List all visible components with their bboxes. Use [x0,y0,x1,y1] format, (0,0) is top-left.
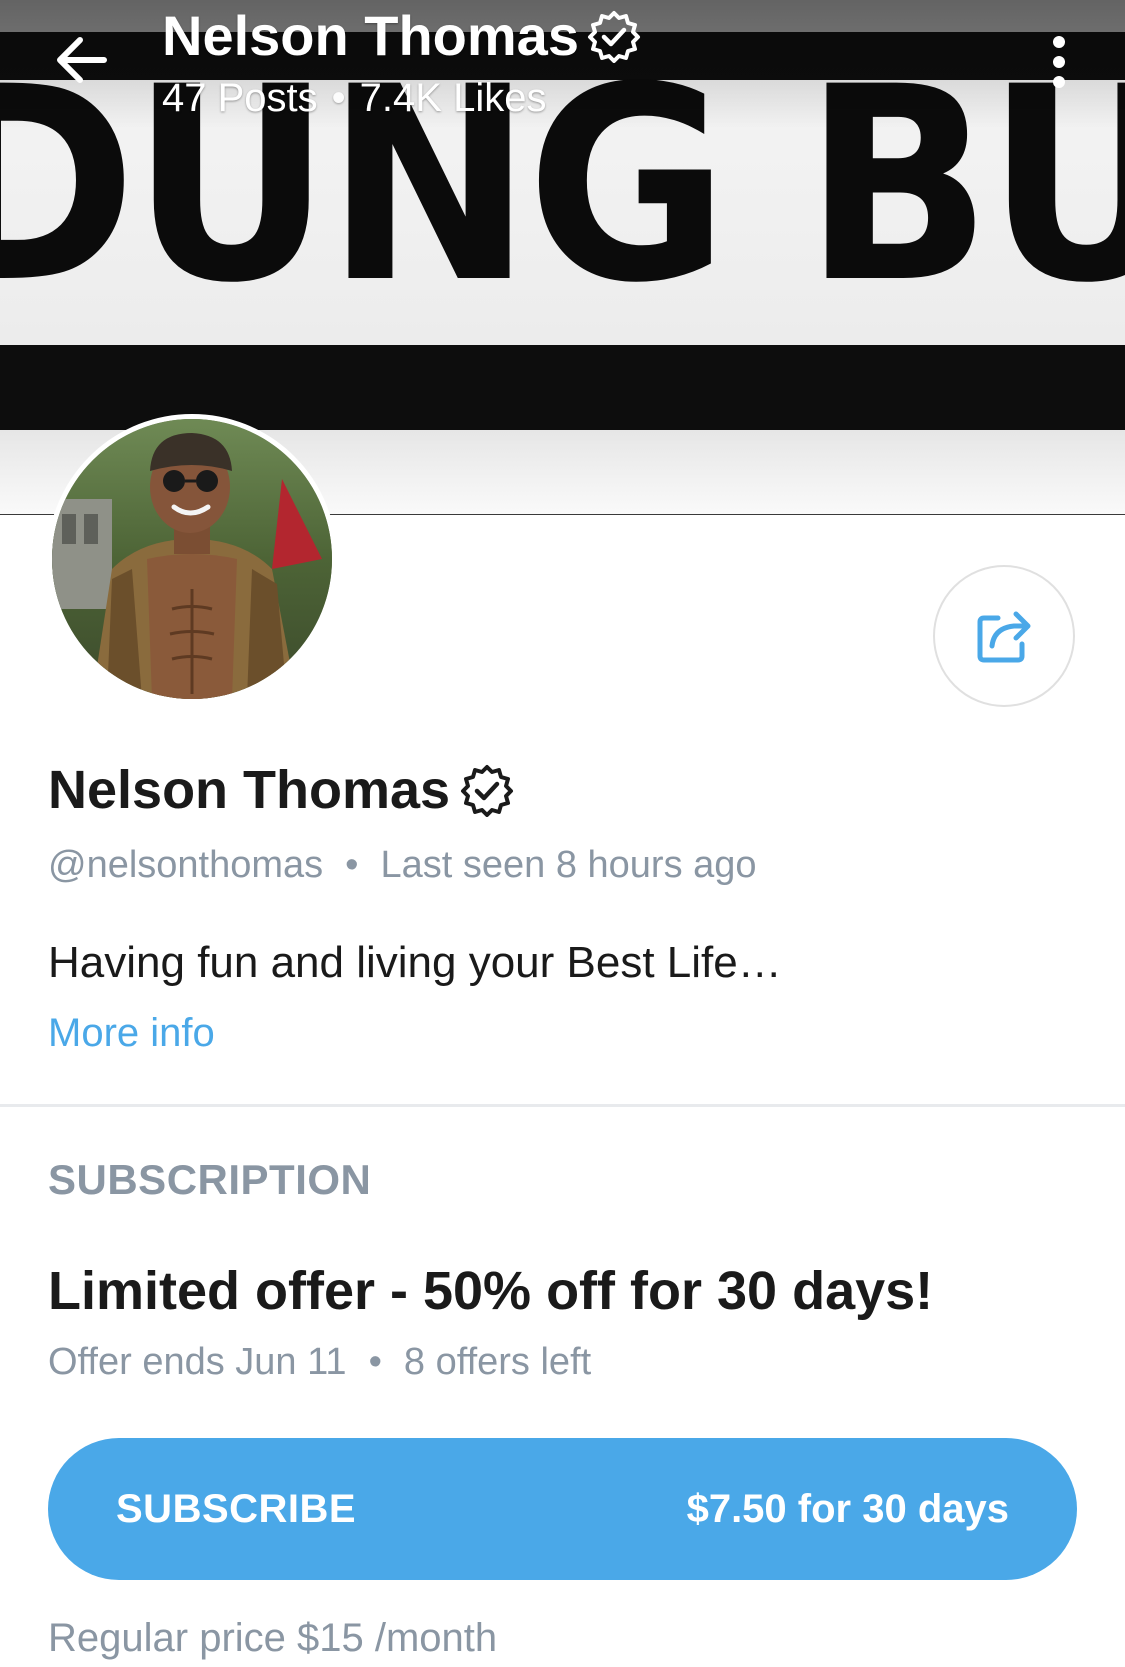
more-options-button[interactable] [1035,30,1083,94]
profile-name: Nelson Thomas [48,755,514,825]
profile-page: DUNG BUCK Nelson Thomas 47 Posts•7.4K Li… [0,0,1125,1667]
subscribe-button-price: $7.50 for 30 days [686,1486,1009,1531]
section-divider [0,1104,1125,1107]
share-icon [977,611,1031,663]
share-button[interactable] [933,565,1075,707]
header-title: Nelson Thomas [162,4,641,68]
regular-price: Regular price $15 /month [48,1616,498,1660]
subscribe-button[interactable]: SUBSCRIBE $7.50 for 30 days [48,1438,1077,1580]
profile-handle: @nelsonthomas [48,844,324,886]
offer-meta: Offer ends Jun 11 • 8 offers left [48,1337,591,1387]
verified-badge-icon [587,11,640,63]
vertical-dots-icon [1053,36,1065,88]
back-button[interactable] [50,28,114,92]
profile-name-text: Nelson Thomas [48,760,451,820]
separator-dot: • [331,76,346,120]
avatar[interactable] [47,414,337,704]
profile-bio: Having fun and living your Best Life… [48,938,782,987]
verified-badge-icon [461,765,514,817]
likes-count: 7.4K Likes [359,76,547,120]
posts-count: 47 Posts [162,76,318,120]
separator-dot: • [368,1341,382,1383]
last-seen: Last seen 8 hours ago [380,844,757,886]
subscribe-button-label: SUBSCRIBE [116,1486,357,1531]
offers-left: 8 offers left [403,1341,592,1383]
profile-meta: @nelsonthomas • Last seen 8 hours ago [48,840,757,890]
header-stats: 47 Posts • 7.4K Likes [162,74,546,122]
offer-title: Limited offer - 50% off for 30 days! [48,1261,934,1321]
arrow-left-icon [57,37,107,83]
subscription-heading: SUBSCRIPTION [48,1156,372,1203]
more-info-link[interactable]: More info [48,1007,215,1059]
offer-ends: Offer ends Jun 11 [48,1341,347,1383]
avatar-photo [52,419,332,699]
header-name: Nelson Thomas [162,4,579,67]
separator-dot: • [345,844,359,886]
